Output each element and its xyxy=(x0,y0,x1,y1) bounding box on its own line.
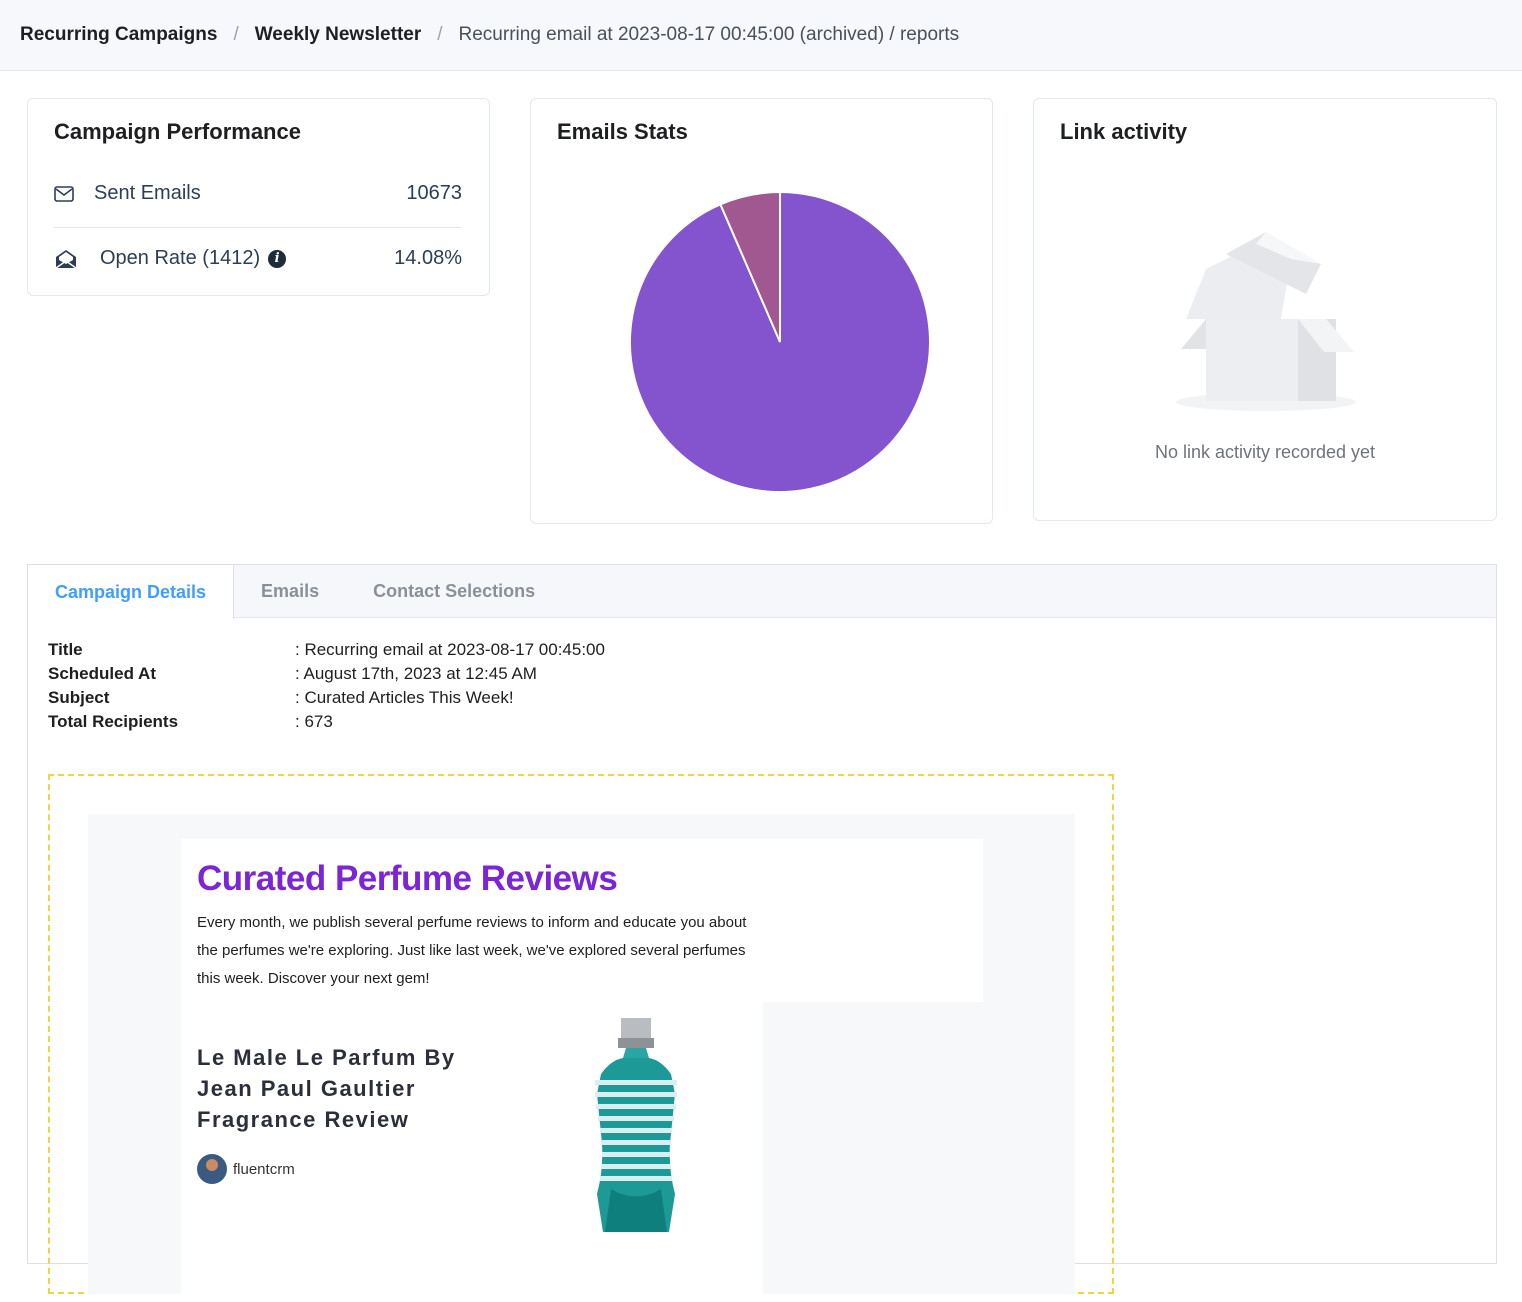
tab-campaign-details[interactable]: Campaign Details xyxy=(28,565,235,619)
email-header-block: Curated Perfume Reviews Every month, we … xyxy=(181,839,983,1002)
tab-emails[interactable]: Emails xyxy=(234,565,346,618)
info-icon[interactable]: i xyxy=(268,249,287,268)
info-key-subject: Subject xyxy=(48,688,110,707)
open-rate-label: Open Rate (1412) xyxy=(100,247,261,269)
campaign-details-panel: Campaign Details Emails Contact Selectio… xyxy=(27,564,1497,1302)
sent-emails-label: Sent Emails xyxy=(94,182,201,204)
info-value-subject: : Curated Articles This Week! xyxy=(295,688,514,707)
campaign-info-table: Title : Recurring email at 2023-08-17 00… xyxy=(48,638,605,734)
info-row-recipients: Total Recipients : 673 xyxy=(48,710,605,734)
sent-emails-value: 10673 xyxy=(406,182,462,204)
info-value-scheduled: : August 17th, 2023 at 12:45 AM xyxy=(295,664,537,683)
open-envelope-icon xyxy=(55,249,77,269)
sent-emails-row: Sent Emails 10673 xyxy=(54,182,462,205)
envelope-icon xyxy=(54,185,74,202)
info-row-subject: Subject : Curated Articles This Week! xyxy=(48,686,605,710)
breadcrumb-recurring-campaigns[interactable]: Recurring Campaigns xyxy=(20,24,217,46)
author-name: fluentcrm xyxy=(233,1160,295,1178)
email-article-block: Le Male Le Parfum By Jean Paul Gaultier … xyxy=(181,1002,763,1302)
perfume-bottle-image xyxy=(595,1018,677,1232)
emails-stats-pie-chart xyxy=(629,190,931,493)
info-row-scheduled: Scheduled At : August 17th, 2023 at 12:4… xyxy=(48,662,605,686)
email-body: Curated Perfume Reviews Every month, we … xyxy=(88,814,1075,1302)
info-row-title: Title : Recurring email at 2023-08-17 00… xyxy=(48,638,605,662)
author-avatar xyxy=(197,1154,227,1184)
email-heading: Curated Perfume Reviews xyxy=(197,859,618,898)
info-key-scheduled: Scheduled At xyxy=(48,664,156,683)
divider xyxy=(54,227,462,228)
info-value-recipients: : 673 xyxy=(295,712,333,731)
article-title[interactable]: Le Male Le Parfum By Jean Paul Gaultier … xyxy=(197,1042,497,1135)
link-activity-title: Link activity xyxy=(1060,119,1188,144)
no-link-activity-text: No link activity recorded yet xyxy=(1154,442,1376,462)
tab-contact-selections[interactable]: Contact Selections xyxy=(346,565,562,618)
campaign-performance-card: Campaign Performance Sent Emails 10673 O… xyxy=(27,98,490,296)
breadcrumb-current: Recurring email at 2023-08-17 00:45:00 (… xyxy=(458,24,960,45)
email-intro-text: Every month, we publish several perfume … xyxy=(197,914,747,987)
link-activity-card: Link activity No link activity recorded … xyxy=(1033,98,1497,521)
breadcrumb-separator: / xyxy=(233,24,239,45)
open-rate-row: Open Rate (1412) i 14.08% xyxy=(54,247,462,270)
breadcrumb-weekly-newsletter[interactable]: Weekly Newsletter xyxy=(255,24,422,46)
breadcrumb: Recurring Campaigns / Weekly Newsletter … xyxy=(0,0,1522,71)
tab-bar: Campaign Details Emails Contact Selectio… xyxy=(28,565,1496,619)
article-author: fluentcrm xyxy=(197,1154,295,1184)
open-rate-value: 14.08% xyxy=(394,247,462,269)
emails-stats-card: Emails Stats xyxy=(530,98,993,524)
email-preview: Curated Perfume Reviews Every month, we … xyxy=(48,774,1114,1302)
info-key-recipients: Total Recipients xyxy=(48,712,179,731)
campaign-performance-title: Campaign Performance xyxy=(54,119,301,144)
empty-box-icon xyxy=(1176,232,1356,411)
info-key-title: Title xyxy=(48,640,83,659)
info-value-title: : Recurring email at 2023-08-17 00:45:00 xyxy=(295,640,605,659)
breadcrumb-separator: / xyxy=(437,24,443,45)
